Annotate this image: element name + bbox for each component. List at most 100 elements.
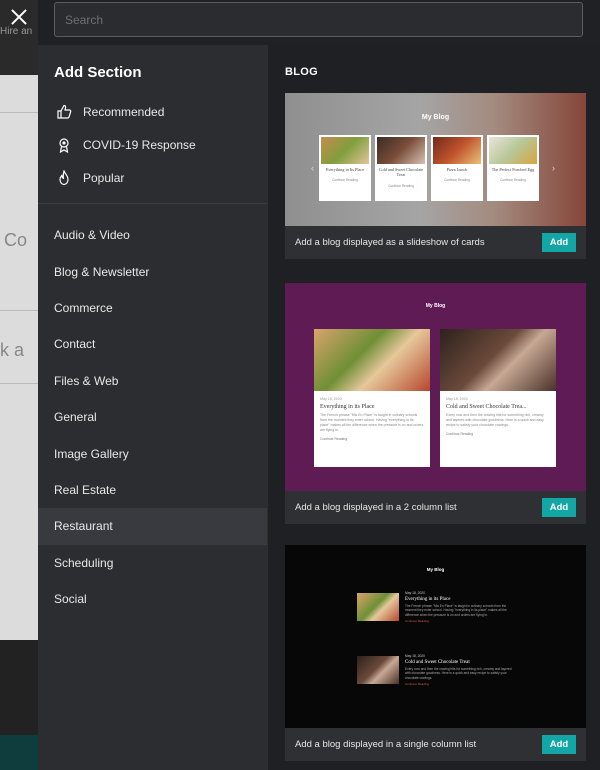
card-footer: Add a blog displayed as a slideshow of c… [285, 226, 586, 259]
add-section-panel: Add Section Recommended COVID-19 Respons… [38, 0, 600, 770]
sidebar-item-blog-newsletter[interactable]: Blog & Newsletter [38, 253, 267, 289]
post-title: Cold and Sweet Chocolate Trea... [446, 404, 527, 410]
post-excerpt: Every now and then the craving hits for … [405, 667, 512, 680]
post-date: May 18, 2020 [320, 397, 342, 401]
read-more-link: Continue Reading [500, 178, 526, 183]
background-heading-text: Co [4, 230, 28, 250]
post-image [357, 593, 399, 621]
preview-post-card: May 18, 2020 Everything in its Place The… [314, 329, 430, 467]
post-image [440, 329, 556, 391]
featured-list: Recommended COVID-19 Response Popular [54, 95, 254, 194]
post-title: Everything in its Place [320, 404, 375, 410]
sidebar-item-label: Popular [83, 170, 125, 185]
post-image [314, 329, 430, 391]
preview-title: My Blog [426, 567, 445, 572]
add-button[interactable]: Add [542, 233, 576, 252]
post-date: May 18, 2020 [405, 591, 425, 595]
search-input[interactable] [55, 3, 582, 36]
post-title: Everything in its Place [405, 597, 451, 602]
preview-post-card: Cold and Sweet Chocolate Treat Continue … [375, 135, 427, 201]
blog-layout-card-two-column[interactable]: My Blog May 18, 2020 Everything in its P… [285, 283, 586, 524]
section-gallery: BLOG My Blog ‹ Everything in Its Place C… [267, 45, 600, 770]
sidebar-item-real-estate[interactable]: Real Estate [38, 472, 267, 508]
flame-icon [54, 168, 74, 188]
preview-card-row: Everything in Its Place Continue Reading… [319, 135, 539, 201]
preview-post-card: Pizza Lunch Continue Reading [431, 135, 483, 201]
preview-post-card: May 18, 2020 Cold and Sweet Chocolate Tr… [440, 329, 556, 467]
read-more-link: Continue Reading [320, 436, 348, 441]
sidebar-item-image-gallery[interactable]: Image Gallery [38, 435, 267, 471]
background-divider [0, 112, 38, 113]
category-list: Audio & Video Blog & Newsletter Commerce… [38, 217, 267, 617]
search-box [54, 2, 583, 37]
sidebar-item-social[interactable]: Social [38, 581, 267, 617]
sidebar-item-restaurant[interactable]: Restaurant [38, 508, 267, 545]
sidebar-item-label: COVID-19 Response [83, 137, 196, 152]
card-footer: Add a blog displayed in a 2 column list … [285, 491, 586, 524]
preview-title: My Blog [421, 114, 450, 121]
post-image [489, 137, 537, 164]
chevron-right-icon: › [552, 163, 555, 173]
post-text: May 18, 2020 Cold and Sweet Chocolate Tr… [405, 654, 515, 686]
sidebar-item-recommended[interactable]: Recommended [54, 95, 254, 128]
post-title: Pizza Lunch [446, 167, 468, 172]
layout-preview: My Blog ‹ Everything in Its Place Contin… [285, 93, 586, 226]
read-more-link: Continue Reading [332, 178, 358, 183]
read-more-link: Continue Reading [444, 178, 470, 183]
post-text: May 18, 2020 Everything in its Place The… [405, 591, 515, 623]
blog-layout-card-single-column[interactable]: My Blog May 18, 2020 Everything in its P… [285, 545, 586, 761]
section-sidebar: Add Section Recommended COVID-19 Respons… [38, 45, 267, 770]
layout-description: Add a blog displayed in a 2 column list [295, 502, 457, 513]
preview-title: My Blog [425, 303, 446, 309]
close-icon[interactable] [6, 5, 32, 31]
preview-post-card: The Perfect Poached Egg Continue Reading [487, 135, 539, 201]
gallery-title: BLOG [285, 66, 318, 78]
post-date: May 18, 2020 [446, 397, 468, 401]
post-image [321, 137, 369, 164]
sidebar-item-scheduling[interactable]: Scheduling [38, 545, 267, 581]
read-more-link: Continue Reading [446, 431, 474, 436]
sidebar-item-contact[interactable]: Contact [38, 326, 267, 362]
post-title: Cold and Sweet Chocolate Treat [405, 660, 470, 665]
sidebar-title: Add Section [54, 64, 142, 81]
post-excerpt: The French phrase "Mis En Place" is taug… [320, 413, 424, 432]
sidebar-item-general[interactable]: General [38, 399, 267, 435]
preview-post-card: Everything in Its Place Continue Reading [319, 135, 371, 201]
preview-post-row: May 18, 2020 Everything in its Place The… [357, 591, 517, 623]
background-divider [0, 310, 38, 311]
sidebar-item-commerce[interactable]: Commerce [38, 290, 267, 326]
post-title: Cold and Sweet Chocolate Treat [378, 167, 424, 178]
sidebar-item-audio-video[interactable]: Audio & Video [38, 217, 267, 253]
post-excerpt: Every now and then the craving hits for … [446, 413, 544, 427]
sidebar-divider [38, 203, 267, 204]
thumbs-up-icon [54, 102, 74, 122]
post-date: May 18, 2020 [405, 654, 425, 658]
post-image [433, 137, 481, 164]
background-footer-accent [0, 735, 38, 770]
preview-post-row: May 18, 2020 Cold and Sweet Chocolate Tr… [357, 654, 517, 686]
layout-preview: My Blog May 18, 2020 Everything in its P… [285, 545, 586, 728]
sidebar-item-label: Recommended [83, 104, 165, 119]
layout-description: Add a blog displayed in a single column … [295, 739, 477, 750]
post-title: Everything in Its Place [325, 167, 365, 172]
sidebar-item-files-web[interactable]: Files & Web [38, 363, 267, 399]
add-button[interactable]: Add [542, 735, 576, 754]
sidebar-item-covid-19-response[interactable]: COVID-19 Response [54, 128, 254, 161]
post-image [357, 656, 399, 684]
read-more-link: Continue Reading [405, 619, 430, 624]
ribbon-icon [54, 135, 74, 155]
sidebar-item-popular[interactable]: Popular [54, 161, 254, 194]
background-divider [0, 383, 38, 384]
post-excerpt: The French phrase "Mis En Place" is taug… [405, 604, 507, 617]
post-title: The Perfect Poached Egg [491, 167, 535, 172]
background-page: Hire an Co k a [0, 0, 38, 770]
post-image [377, 137, 425, 164]
read-more-link: Continue Reading [388, 183, 414, 188]
add-button[interactable]: Add [542, 498, 576, 517]
chevron-left-icon: ‹ [311, 163, 314, 173]
layout-preview: My Blog May 18, 2020 Everything in its P… [285, 283, 586, 491]
card-footer: Add a blog displayed in a single column … [285, 728, 586, 761]
background-body-text: k a [0, 340, 25, 360]
read-more-link: Continue Reading [405, 682, 430, 687]
blog-layout-card-slideshow[interactable]: My Blog ‹ Everything in Its Place Contin… [285, 93, 586, 259]
